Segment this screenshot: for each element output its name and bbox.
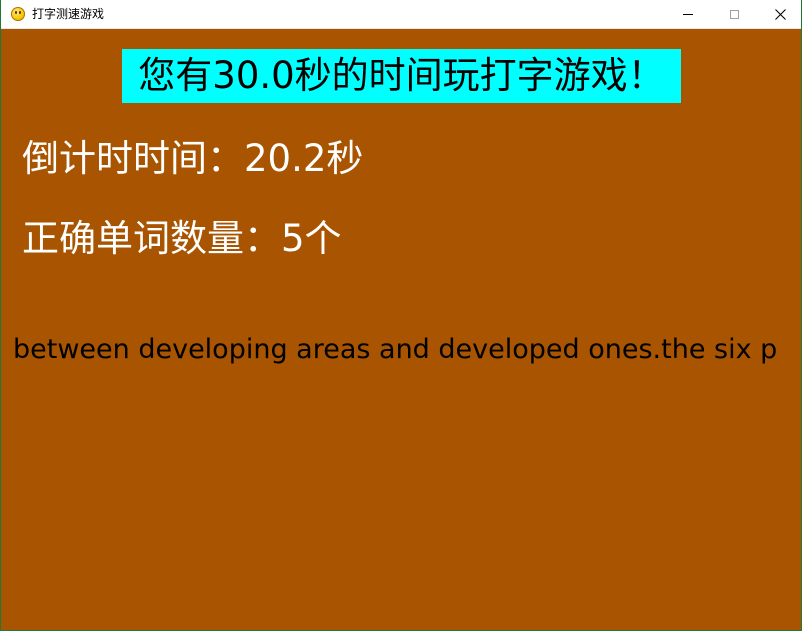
maximize-button[interactable] bbox=[711, 0, 757, 29]
maximize-icon bbox=[729, 10, 739, 19]
app-window: 打字测速游戏 您有30.0秒的时间玩打字游戏！ 倒计时时间：20.2秒 正确单词… bbox=[0, 0, 802, 631]
time-limit-banner: 您有30.0秒的时间玩打字游戏！ bbox=[122, 49, 681, 103]
minimize-icon bbox=[683, 14, 693, 15]
correct-word-count: 正确单词数量：5个 bbox=[22, 217, 342, 260]
title-bar[interactable]: 打字测速游戏 bbox=[1, 0, 801, 29]
countdown-timer: 倒计时时间：20.2秒 bbox=[22, 137, 364, 180]
smiley-face-icon bbox=[11, 7, 25, 21]
game-canvas[interactable]: 您有30.0秒的时间玩打字游戏！ 倒计时时间：20.2秒 正确单词数量：5个 b… bbox=[1, 29, 801, 630]
close-icon bbox=[774, 9, 786, 20]
window-title: 打字测速游戏 bbox=[32, 7, 105, 21]
scrolling-typing-text: between developing areas and developed o… bbox=[13, 334, 778, 365]
close-button[interactable] bbox=[757, 0, 801, 29]
minimize-button[interactable] bbox=[665, 0, 711, 29]
